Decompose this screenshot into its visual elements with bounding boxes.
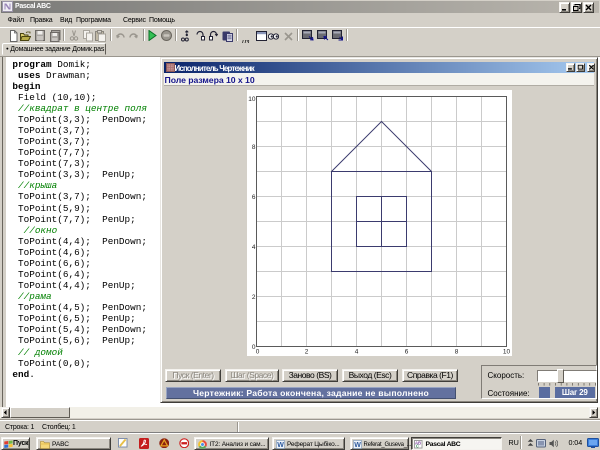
- svg-text:2: 2: [305, 349, 309, 356]
- svg-text:6: 6: [405, 349, 409, 356]
- svg-text:2: 2: [252, 294, 256, 301]
- svg-text:8: 8: [455, 349, 459, 356]
- svg-text:W: W: [354, 442, 361, 449]
- svg-text:10: 10: [248, 96, 256, 103]
- svg-text:C: C: [416, 444, 419, 449]
- svg-text:8: 8: [252, 144, 256, 151]
- svg-text:W: W: [277, 442, 284, 449]
- svg-text:4: 4: [252, 244, 256, 251]
- svg-text:6: 6: [252, 194, 256, 201]
- svg-text:0: 0: [256, 349, 260, 356]
- svg-text:4: 4: [355, 349, 359, 356]
- svg-text:10: 10: [503, 349, 511, 356]
